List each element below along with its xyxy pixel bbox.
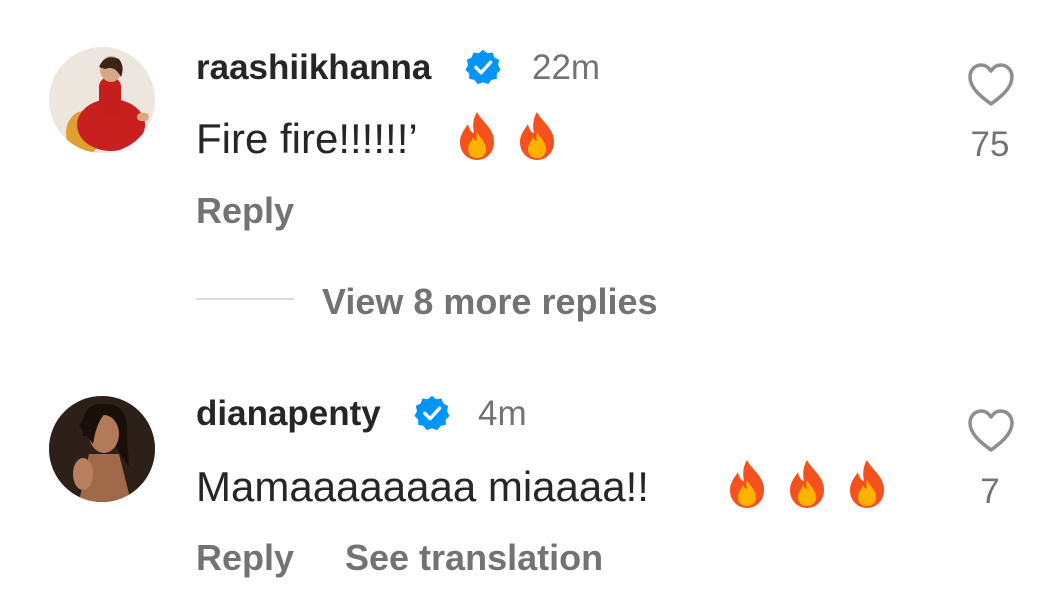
heart-icon[interactable] (966, 62, 1016, 108)
username[interactable]: dianapenty (196, 396, 381, 431)
avatar[interactable] (49, 396, 155, 502)
verified-badge-icon (465, 49, 501, 85)
fire-icon (520, 112, 554, 160)
comment-text: Fire fire!!!!!!’ (196, 115, 418, 162)
like-count: 75 (970, 125, 1010, 164)
divider (196, 298, 294, 300)
username[interactable]: raashiikhanna (196, 50, 431, 85)
like-count: 7 (980, 472, 1000, 511)
fire-icon (850, 460, 884, 508)
reply-button[interactable]: Reply (196, 540, 294, 576)
verified-badge-icon (414, 395, 450, 431)
comment-text: Mamaaaaaaaa miaaaa!! (196, 463, 649, 510)
timestamp: 22m (532, 48, 601, 87)
fire-icon (460, 112, 494, 160)
see-translation-button[interactable]: See translation (345, 540, 603, 576)
fire-icon (790, 460, 824, 508)
view-replies-button[interactable]: View 8 more replies (322, 284, 658, 320)
reply-button[interactable]: Reply (196, 193, 294, 229)
avatar[interactable] (49, 47, 155, 153)
fire-icon (730, 460, 764, 508)
heart-icon[interactable] (966, 408, 1016, 454)
timestamp: 4m (478, 394, 527, 433)
